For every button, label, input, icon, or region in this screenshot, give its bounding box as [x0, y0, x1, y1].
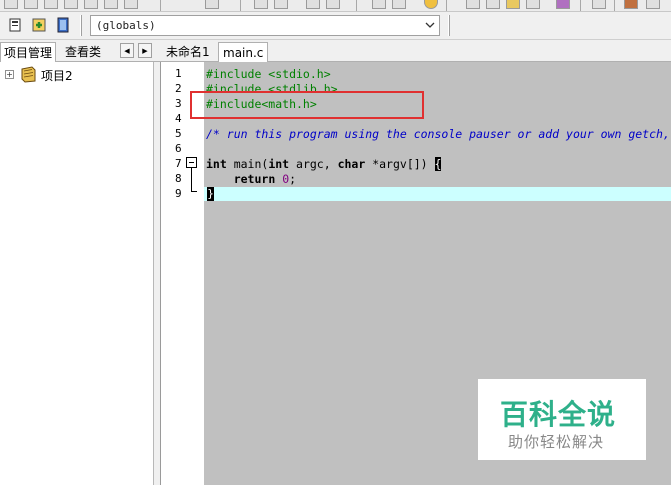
compile-run-icon[interactable]	[372, 0, 386, 9]
keyword: char	[337, 157, 366, 171]
toolbar-separator	[446, 0, 447, 11]
profile-icon[interactable]	[556, 0, 570, 9]
code-line-1: #include <stdio.h>	[206, 67, 331, 81]
code-line-7: int main(int argc, char *argv[]) {	[206, 157, 442, 171]
rebuild-icon[interactable]	[392, 0, 406, 9]
bookmark-icon[interactable]	[54, 16, 72, 34]
scope-value: (globals)	[96, 19, 156, 32]
matched-brace: {	[434, 157, 442, 171]
editor-tabs: 未命名1 main.c	[160, 41, 671, 62]
project-tree-panel: + 项目2	[0, 62, 154, 485]
undo-icon[interactable]	[124, 0, 138, 9]
keyword: return	[233, 172, 276, 186]
left-panel-tabs: 项目管理 查看类 ◀ ▶	[0, 41, 160, 62]
chart-icon[interactable]	[624, 0, 638, 9]
line-number: 2	[175, 82, 182, 95]
close-icon[interactable]	[84, 0, 98, 9]
project-icon	[20, 66, 37, 83]
line-number: 6	[175, 142, 182, 155]
arrows-icon[interactable]	[592, 0, 606, 9]
watermark-title: 百科全说	[500, 398, 617, 431]
class-icon[interactable]	[466, 0, 480, 9]
keyword: int	[268, 157, 290, 171]
tree-expand-icon[interactable]: +	[5, 70, 14, 79]
debug-icon[interactable]	[424, 0, 438, 9]
watermark-logo: 百科全说 助你轻松解决	[478, 379, 646, 460]
tab-class-browser[interactable]: 查看类	[62, 42, 104, 62]
matched-brace-caret: }	[207, 187, 214, 201]
toolbar-separator	[614, 0, 615, 11]
line-number: 4	[175, 112, 182, 125]
print-icon[interactable]	[104, 0, 118, 9]
line-number-gutter: 1 2 3 4 5 6 7 8 9	[161, 62, 204, 485]
options-icon[interactable]	[506, 0, 520, 9]
tab-untitled-1[interactable]: 未命名1	[162, 42, 214, 62]
save-icon[interactable]	[44, 0, 58, 9]
line-number: 1	[175, 67, 182, 80]
line-number: 7	[175, 157, 182, 170]
code-text: ;	[289, 172, 297, 186]
watermark-subtitle: 助你轻松解决	[508, 433, 605, 451]
toolbar-grip[interactable]	[448, 15, 450, 36]
goto-icon[interactable]	[274, 0, 288, 9]
toolbar-separator	[160, 0, 161, 11]
chevron-down-icon[interactable]	[424, 18, 436, 32]
line-number: 5	[175, 127, 182, 140]
open-file-icon[interactable]	[24, 0, 38, 9]
help-icon[interactable]	[646, 0, 660, 9]
main-toolbar	[0, 0, 671, 12]
code-text: main(	[226, 157, 269, 171]
scope-dropdown[interactable]: (globals)	[90, 15, 440, 36]
code-text: argc,	[289, 157, 338, 171]
toolbar-separator	[580, 0, 581, 11]
run-icon[interactable]	[326, 0, 340, 9]
toggle-project-icon[interactable]	[6, 16, 24, 34]
tab-scroll-left-icon[interactable]: ◀	[120, 43, 134, 58]
code-line-8: return 0;	[206, 172, 296, 186]
toolbar-separator	[240, 0, 241, 11]
fold-collapse-icon[interactable]	[186, 157, 197, 168]
replace-icon[interactable]	[254, 0, 268, 9]
toolbar-grip[interactable]	[80, 15, 82, 36]
fold-line	[191, 168, 192, 192]
tools-icon[interactable]	[526, 0, 540, 9]
save-all-icon[interactable]	[64, 0, 78, 9]
toolbar-separator	[356, 0, 357, 11]
tab-project-manager[interactable]: 项目管理	[0, 42, 57, 62]
project-icon[interactable]	[486, 0, 500, 9]
add-file-icon[interactable]	[30, 16, 48, 34]
code-text: *argv[])	[365, 157, 435, 171]
new-file-icon[interactable]	[4, 0, 18, 9]
keyword: int	[206, 157, 227, 171]
line-number: 9	[175, 187, 182, 200]
fold-end	[191, 191, 197, 192]
line-number: 3	[175, 97, 182, 110]
current-line-highlight	[204, 187, 671, 201]
tree-item-project[interactable]: 项目2	[41, 67, 73, 84]
line-number: 8	[175, 172, 182, 185]
secondary-toolbar: (globals)	[0, 12, 671, 40]
highlight-annotation-box	[190, 91, 424, 119]
code-line-5: /* run this program using the console pa…	[206, 127, 670, 141]
compile-icon[interactable]	[306, 0, 320, 9]
find-icon[interactable]	[205, 0, 219, 9]
tab-main-c[interactable]: main.c	[218, 42, 269, 62]
tab-scroll-right-icon[interactable]: ▶	[138, 43, 152, 58]
